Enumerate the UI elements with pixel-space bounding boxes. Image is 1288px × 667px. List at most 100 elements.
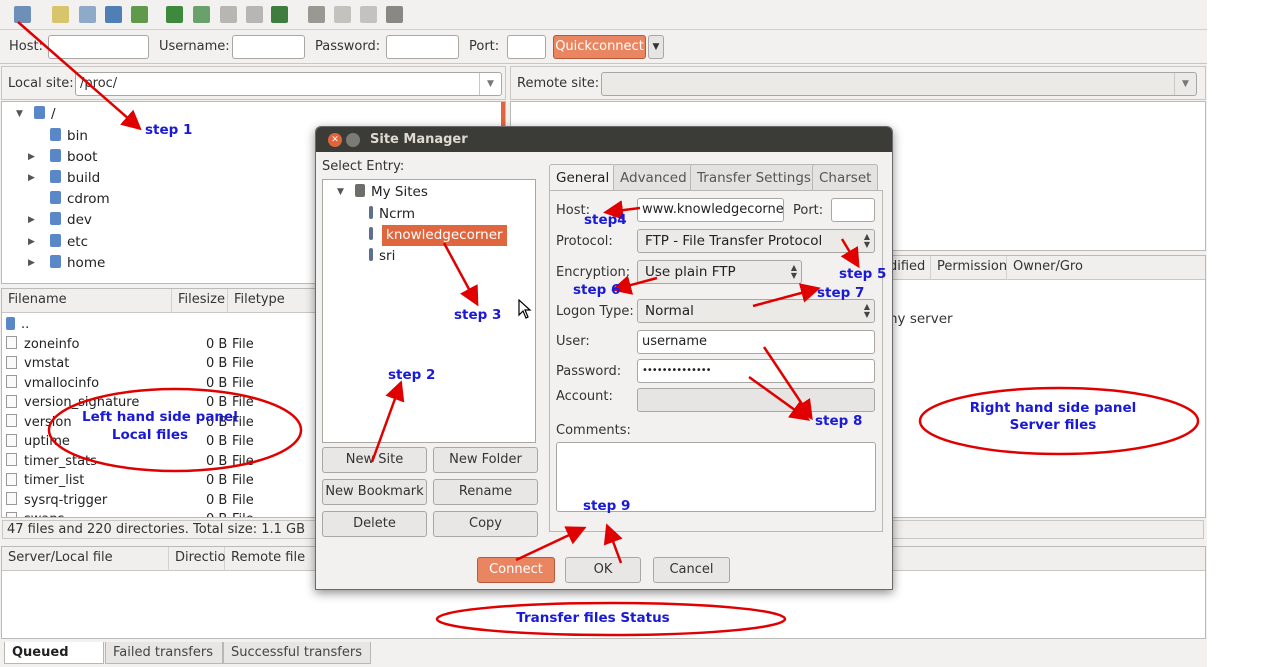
site-item-knowledgecorner[interactable] xyxy=(369,225,379,246)
spinner-icon: ▲ ▼ xyxy=(863,232,870,249)
file-icon xyxy=(6,336,17,349)
transfer-queue-icon[interactable] xyxy=(131,6,148,23)
encryption-select[interactable]: Use plain FTP ▲ ▼ xyxy=(637,260,802,284)
column-header-filetype[interactable]: Filetype xyxy=(228,289,318,313)
new-site-button[interactable]: New Site xyxy=(322,447,427,473)
local-tree-icon[interactable] xyxy=(79,6,96,23)
tab-transfer-settings[interactable]: Transfer Settings xyxy=(690,164,818,191)
cancel-button[interactable]: Cancel xyxy=(653,557,730,583)
file-row[interactable]: sysrq-trigger 0 B File xyxy=(6,491,326,511)
file-icon xyxy=(6,355,17,369)
label-step1: step 1 xyxy=(145,122,193,138)
tab-advanced[interactable]: Advanced xyxy=(613,164,694,191)
label-right-panel: Right hand side panel xyxy=(969,400,1137,416)
queue-tabs: Queued files Failed transfers Successful… xyxy=(0,640,1207,667)
protocol-select[interactable]: FTP - File Transfer Protocol ▲ ▼ xyxy=(637,229,875,253)
tab-queued-files[interactable]: Queued files xyxy=(4,642,104,667)
tab-charset[interactable]: Charset xyxy=(812,164,879,191)
host-label: Host: xyxy=(9,39,43,54)
file-type: File xyxy=(232,453,254,469)
ok-button[interactable]: OK xyxy=(565,557,641,583)
message-log-icon[interactable] xyxy=(52,6,69,23)
minimize-icon[interactable] xyxy=(346,133,360,147)
file-row[interactable]: timer_list 0 B File xyxy=(6,471,326,491)
collapsed-icon[interactable]: ▶ xyxy=(28,210,35,231)
remote-status-message: ny server xyxy=(889,311,953,327)
file-icon xyxy=(6,433,17,447)
label-step2: step 2 xyxy=(388,367,436,383)
cancel-operation-icon[interactable] xyxy=(220,6,237,23)
column-header[interactable]: Remote file xyxy=(225,547,319,571)
new-bookmark-button[interactable]: New Bookmark xyxy=(322,479,427,505)
compare-icon[interactable] xyxy=(334,6,351,23)
sync-browse-icon[interactable] xyxy=(360,6,377,23)
column-header[interactable]: Owner/Gro xyxy=(1007,256,1107,280)
quickconnect-dropdown[interactable]: ▼ xyxy=(648,35,664,59)
folder-icon xyxy=(50,128,61,141)
file-row[interactable]: zoneinfo 0 B File xyxy=(6,335,326,355)
file-row[interactable]: vmallocinfo 0 B File xyxy=(6,374,326,394)
connect-button[interactable]: Connect xyxy=(477,557,555,583)
file-row[interactable]: swaps 0 B File xyxy=(6,510,326,517)
chevron-down-icon[interactable]: ▼ xyxy=(1174,73,1196,95)
site-tree: ▼ My Sites Ncrm knowledgecorner sri xyxy=(322,179,536,443)
collapsed-icon[interactable]: ▶ xyxy=(28,253,35,274)
expanded-icon[interactable]: ▼ xyxy=(16,104,23,125)
tab-general[interactable]: General xyxy=(549,164,617,192)
tab-successful-transfers[interactable]: Successful transfers xyxy=(223,642,371,664)
tab-failed-transfers[interactable]: Failed transfers xyxy=(105,642,223,664)
reconnect-icon[interactable] xyxy=(271,6,288,23)
server-icon xyxy=(369,227,373,240)
quickconnect-button[interactable]: Quickconnect xyxy=(553,35,646,59)
file-type: File xyxy=(232,434,254,449)
password-input[interactable] xyxy=(386,35,459,59)
file-row-parent[interactable]: .. xyxy=(6,315,306,335)
collapsed-icon[interactable]: ▶ xyxy=(28,168,35,189)
rename-button[interactable]: Rename xyxy=(433,479,538,505)
chevron-down-icon[interactable]: ▼ xyxy=(479,73,501,95)
disconnect-icon[interactable] xyxy=(246,6,263,23)
expanded-icon[interactable]: ▼ xyxy=(337,182,344,203)
account-input[interactable] xyxy=(637,388,875,412)
selected-site-label[interactable]: knowledgecorner xyxy=(382,225,507,246)
refresh-icon[interactable] xyxy=(166,6,183,23)
port-input[interactable] xyxy=(507,35,546,59)
logon-type-select[interactable]: Normal ▲ ▼ xyxy=(637,299,875,323)
column-header[interactable]: Permission xyxy=(931,256,1007,280)
main-toolbar xyxy=(0,0,1207,30)
close-icon[interactable]: ✕ xyxy=(328,133,342,147)
collapsed-icon[interactable]: ▶ xyxy=(28,147,35,168)
site-manager-icon[interactable] xyxy=(14,6,31,23)
file-type: File xyxy=(232,473,254,488)
remote-tree-icon[interactable] xyxy=(105,6,122,23)
column-header[interactable]: Directio xyxy=(169,547,226,571)
delete-button[interactable]: Delete xyxy=(322,511,427,537)
copy-button[interactable]: Copy xyxy=(433,511,538,537)
host-input[interactable] xyxy=(48,35,149,59)
folder-icon xyxy=(50,255,61,268)
file-row[interactable]: vmstat 0 B File xyxy=(6,354,326,374)
file-type: File xyxy=(232,336,254,352)
column-header-filesize[interactable]: Filesize xyxy=(172,289,228,313)
filter-icon[interactable] xyxy=(308,6,325,23)
folder-icon xyxy=(50,212,61,225)
site-item-ncrm[interactable]: Ncrm xyxy=(369,204,415,225)
host-input[interactable]: www.knowledgecorner xyxy=(637,198,784,222)
process-queue-icon[interactable] xyxy=(193,6,210,23)
new-folder-button[interactable]: New Folder xyxy=(433,447,538,473)
password-input[interactable]: •••••••••••••• xyxy=(637,359,875,383)
local-site-combo[interactable]: /proc/ ▼ xyxy=(75,72,502,96)
column-header[interactable]: Server/Local file xyxy=(2,547,169,571)
user-input[interactable]: username xyxy=(637,330,875,354)
port-input[interactable] xyxy=(831,198,875,222)
collapsed-icon[interactable]: ▶ xyxy=(28,232,35,253)
column-header[interactable]: dified xyxy=(889,256,931,280)
password-label: Password: xyxy=(556,364,622,379)
file-row[interactable]: timer_stats 0 B File xyxy=(6,452,326,472)
remote-site-combo[interactable]: ▼ xyxy=(601,72,1197,96)
search-icon[interactable] xyxy=(386,6,403,23)
label-step3: step 3 xyxy=(454,307,502,323)
site-item-sri[interactable]: sri xyxy=(369,246,395,267)
username-input[interactable] xyxy=(232,35,305,59)
column-header-filename[interactable]: Filename xyxy=(2,289,172,313)
